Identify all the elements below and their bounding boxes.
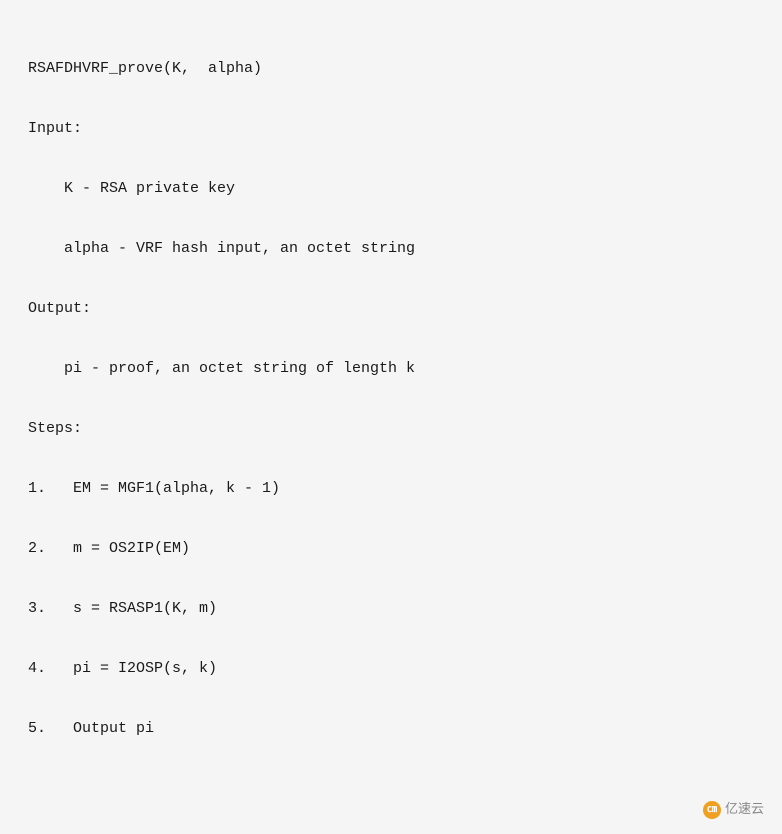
output-pi: pi - proof, an octet string of length k: [28, 360, 415, 377]
watermark-icon: ㎝: [703, 801, 721, 819]
steps-label: Steps:: [28, 420, 82, 437]
function-signature: RSAFDHVRF_prove(K, alpha): [28, 60, 262, 77]
step-3: 3. s = RSASP1(K, m): [28, 600, 217, 617]
watermark: ㎝ 亿速云: [703, 799, 764, 820]
step-5: 5. Output pi: [28, 720, 154, 737]
input-alpha: alpha - VRF hash input, an octet string: [28, 240, 415, 257]
step-1: 1. EM = MGF1(alpha, k - 1): [28, 480, 280, 497]
watermark-text: 亿速云: [725, 799, 764, 820]
step-2: 2. m = OS2IP(EM): [28, 540, 190, 557]
step-4: 4. pi = I2OSP(s, k): [28, 660, 217, 677]
input-k: K - RSA private key: [28, 180, 235, 197]
output-label: Output:: [28, 300, 91, 317]
code-container: RSAFDHVRF_prove(K, alpha) Input: K - RSA…: [0, 0, 782, 834]
code-block: RSAFDHVRF_prove(K, alpha) Input: K - RSA…: [28, 24, 754, 774]
input-label: Input:: [28, 120, 82, 137]
